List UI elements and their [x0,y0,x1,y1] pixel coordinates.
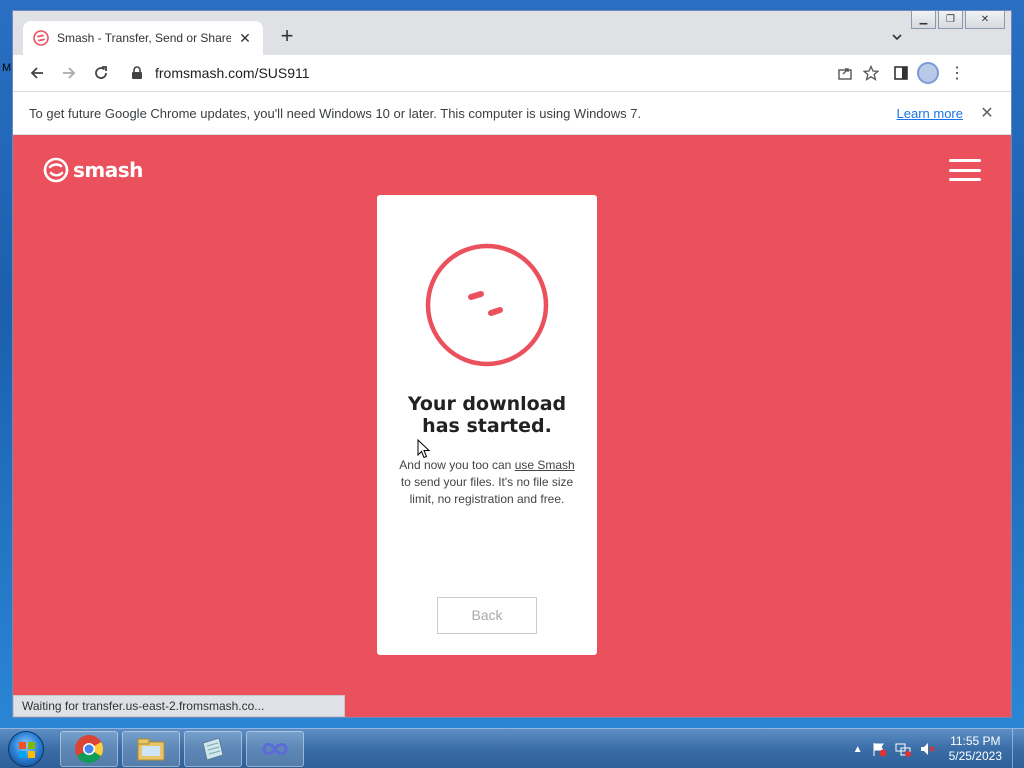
show-desktop-button[interactable] [1012,729,1024,768]
minimize-button[interactable]: ▁ [911,11,936,29]
description-text-before: And now you too can [399,458,515,472]
taskbar-explorer[interactable] [122,731,180,767]
infobar-message: To get future Google Chrome updates, you… [29,105,642,121]
reload-icon[interactable] [85,59,117,87]
url-text: fromsmash.com/SUS911 [155,65,310,81]
smash-favicon-icon [33,30,49,46]
clock-time: 11:55 PM [950,734,1001,748]
tab-title: Smash - Transfer, Send or Share [57,31,231,45]
toolbar: fromsmash.com/SUS911 ⋮ [13,55,1011,91]
taskbar-app[interactable] [246,731,304,767]
tab-strip: Smash - Transfer, Send or Share ✕ + [13,11,1011,55]
restore-button[interactable]: ❐ [938,11,963,29]
back-arrow-icon[interactable] [21,59,53,87]
forward-arrow-icon[interactable] [53,59,85,87]
tab-search-chevron-icon[interactable] [891,31,903,43]
hamburger-menu-icon[interactable] [949,159,981,181]
new-tab-button[interactable]: + [275,25,299,49]
back-button[interactable]: Back [437,597,537,634]
clock[interactable]: 11:55 PM 5/25/2023 [949,734,1002,764]
system-tray: ▲ 11:55 PM 5/25/2023 [853,729,1020,768]
download-description: And now you too can use Smash to send yo… [393,457,581,508]
bookmark-star-icon[interactable] [863,65,879,81]
tab-close-icon[interactable]: ✕ [237,30,253,47]
learn-more-link[interactable]: Learn more [897,106,963,121]
smash-logo-icon [43,157,69,183]
browser-window: Smash - Transfer, Send or Share ✕ + ▁ ❐ … [12,10,1012,718]
desktop-edge-label: M [2,62,12,74]
volume-muted-icon[interactable] [919,741,935,757]
tray-expand-icon[interactable]: ▲ [853,744,863,755]
menu-kebab-icon[interactable]: ⋮ [947,59,967,87]
download-card: Your download has started. And now you t… [377,195,597,655]
taskbar: ▲ 11:55 PM 5/25/2023 [0,728,1024,768]
smash-logo[interactable]: smash [43,157,143,183]
lock-icon[interactable] [131,66,143,80]
tab-smash[interactable]: Smash - Transfer, Send or Share ✕ [23,21,263,55]
explorer-icon [137,738,165,761]
window-controls: ▁ ❐ ✕ [911,11,1005,29]
description-text-after: to send your files. It's no file size li… [400,475,574,506]
download-title-line2: has started. [422,415,552,437]
download-title: Your download has started. [377,393,597,437]
close-window-button[interactable]: ✕ [965,11,1005,29]
download-title-line1: Your download [407,393,567,415]
status-bar: Waiting for transfer.us-east-2.fromsmash… [13,695,345,717]
app-icon [262,743,288,755]
infobar-close-icon[interactable]: ✕ [979,103,995,123]
download-spinner-icon [425,243,549,367]
logo-text: smash [73,158,143,182]
action-center-flag-icon[interactable] [871,741,887,757]
start-button[interactable] [8,731,44,767]
windows-flag-icon [19,742,35,758]
address-bar[interactable]: fromsmash.com/SUS911 [123,59,887,87]
use-smash-link[interactable]: use Smash [515,458,575,472]
update-infobar: To get future Google Chrome updates, you… [13,91,1011,135]
network-icon[interactable] [895,741,911,757]
side-panel-icon[interactable] [893,65,909,81]
mouse-cursor-icon [417,439,431,459]
chrome-icon [75,735,103,763]
clock-date: 5/25/2023 [948,749,1002,763]
taskbar-notepad[interactable] [184,731,242,767]
taskbar-chrome[interactable] [60,731,118,767]
page-content: smash Your download has started. And now… [13,135,1011,717]
notepad-icon [202,737,224,761]
profile-avatar[interactable] [917,62,939,84]
share-icon[interactable] [837,65,853,81]
